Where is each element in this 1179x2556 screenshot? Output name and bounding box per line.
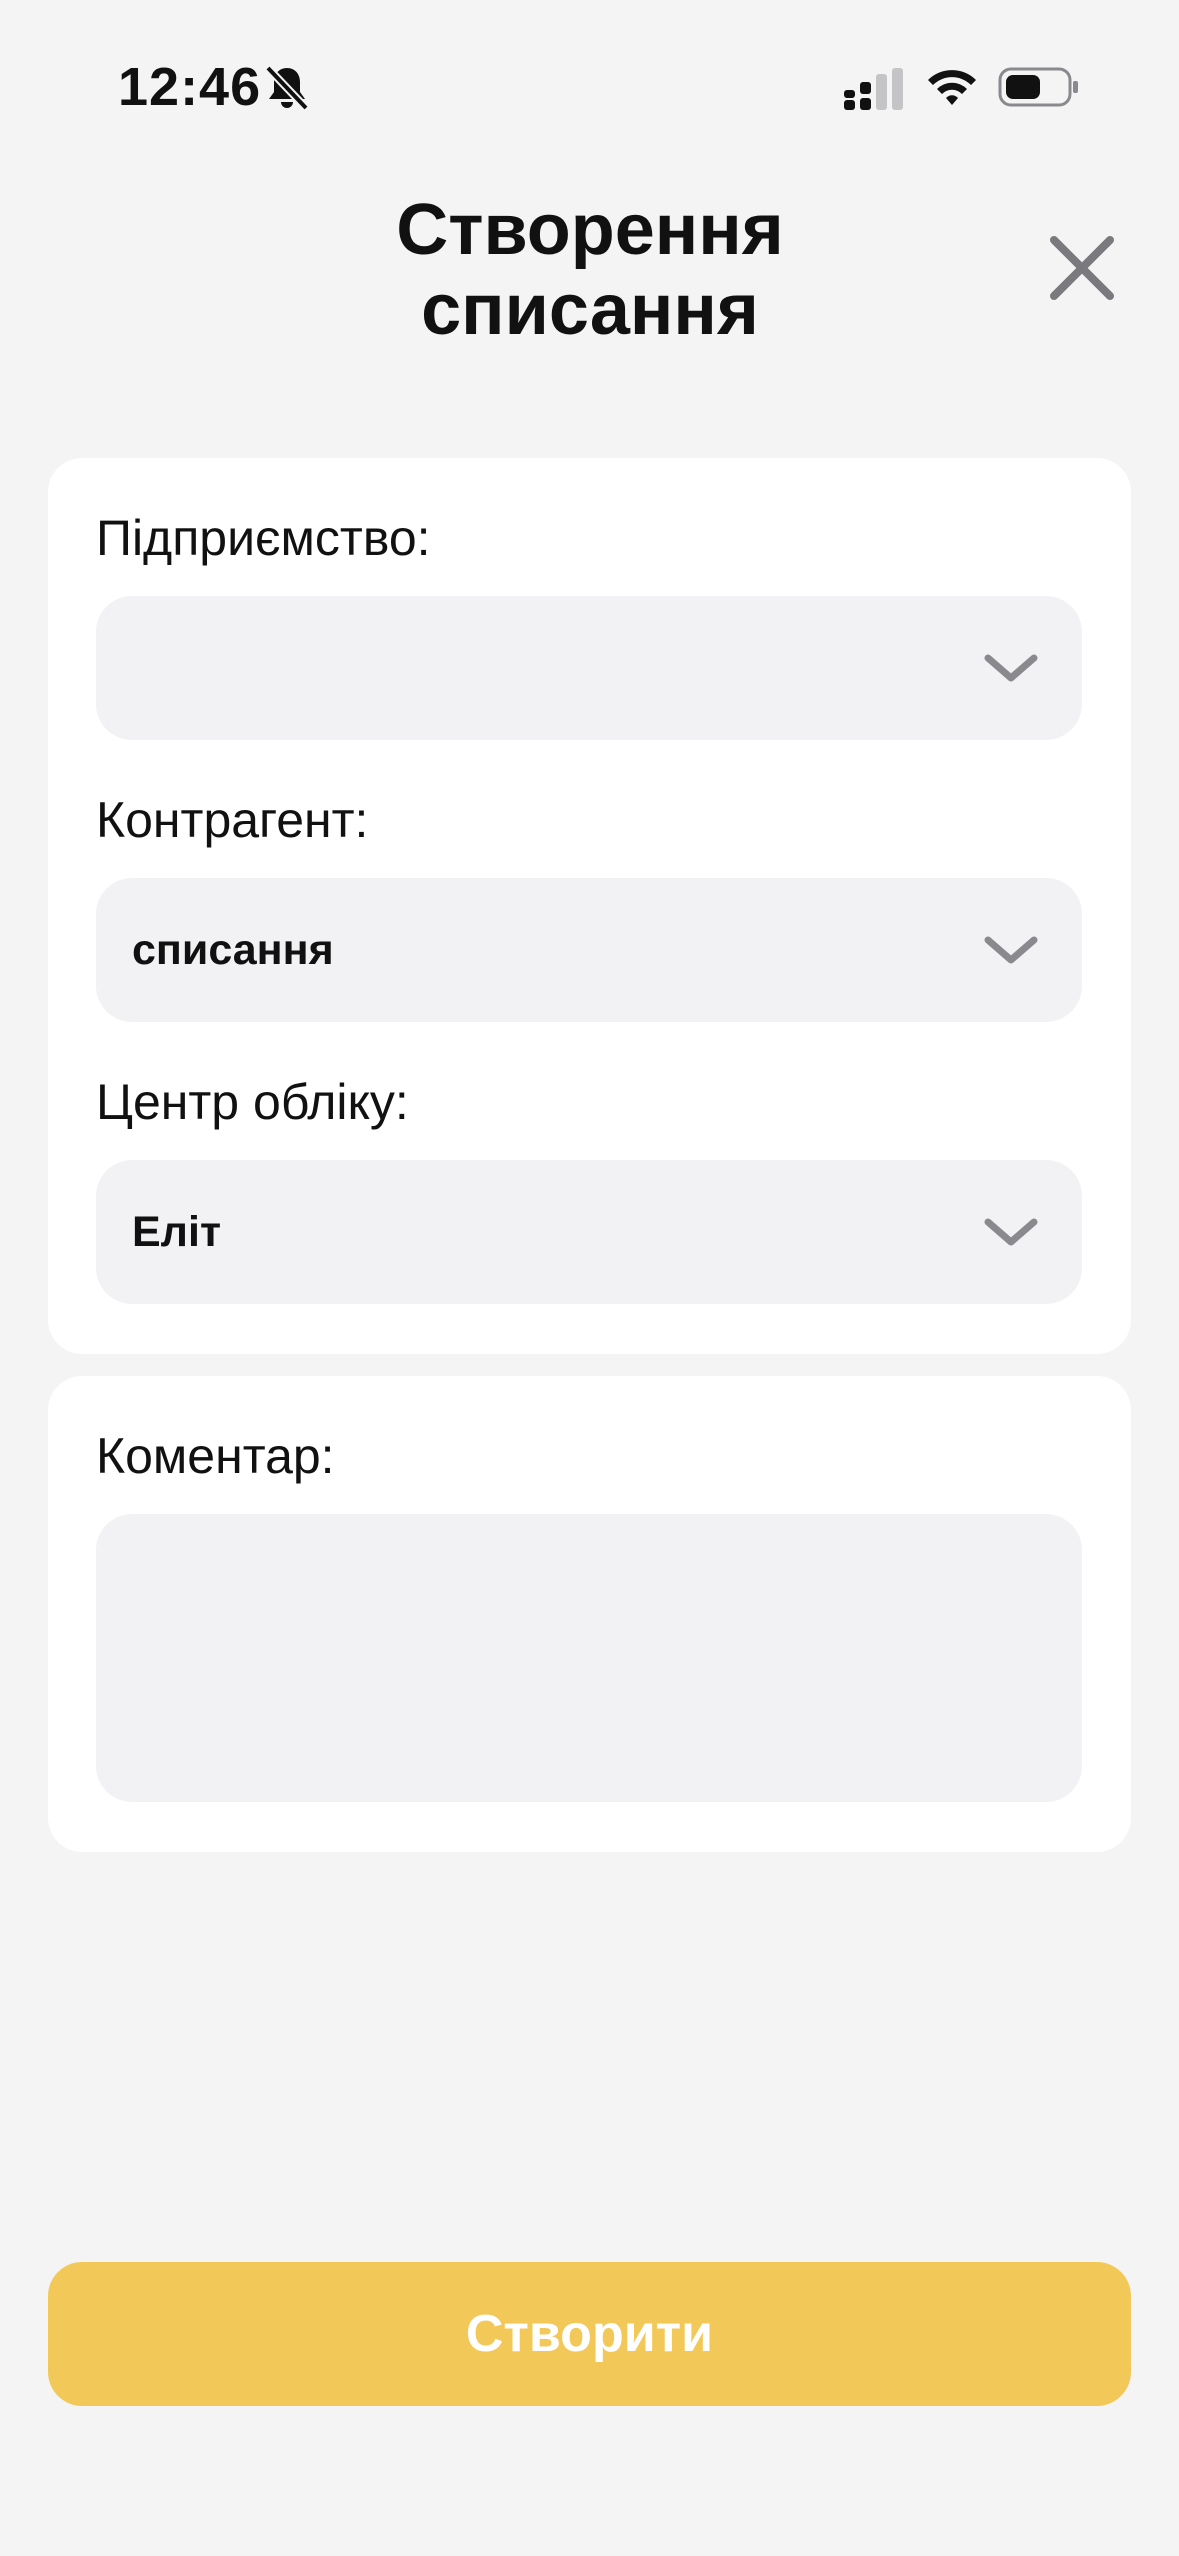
accounting-center-label: Центр обліку:: [96, 1074, 409, 1130]
create-button[interactable]: Створити: [48, 2262, 1131, 2406]
accounting-center-select[interactable]: Еліт: [96, 1160, 1082, 1304]
comment-textarea[interactable]: [96, 1514, 1082, 1802]
comment-card: Коментар:: [48, 1376, 1131, 1852]
status-time: 12:46: [118, 57, 262, 117]
bell-muted-icon: [265, 65, 309, 111]
status-bar: 12:46: [0, 0, 1179, 180]
counterparty-select[interactable]: списання: [96, 878, 1082, 1022]
accounting-center-value: Еліт: [132, 1208, 222, 1256]
wifi-icon: [928, 70, 976, 105]
page-title: Створення списання: [396, 190, 784, 350]
enterprise-label: Підприємство:: [96, 510, 431, 566]
chevron-down-icon: [984, 1218, 1038, 1246]
close-icon[interactable]: [1046, 232, 1118, 304]
battery-icon: [998, 67, 1078, 107]
enterprise-select[interactable]: [96, 596, 1082, 740]
counterparty-value: списання: [132, 926, 334, 974]
cellular-signal-icon: [844, 68, 903, 110]
chevron-down-icon: [984, 936, 1038, 964]
comment-label: Коментар:: [96, 1428, 335, 1484]
chevron-down-icon: [984, 654, 1038, 682]
form-card: Підприємство: Контрагент: списання Центр…: [48, 458, 1131, 1354]
counterparty-label: Контрагент:: [96, 792, 369, 848]
